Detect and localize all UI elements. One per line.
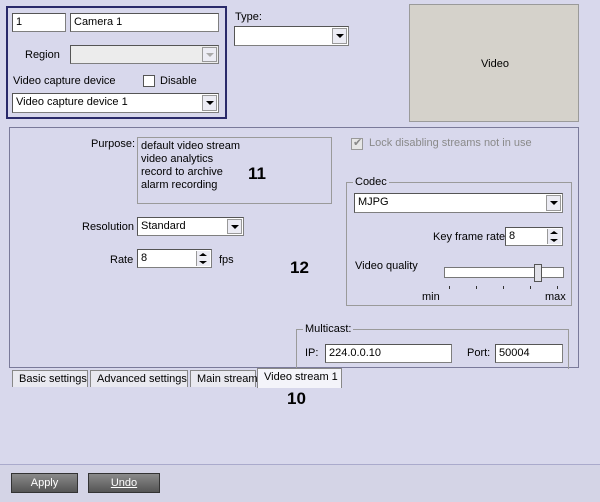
slider-ticks — [449, 286, 559, 289]
purpose-item[interactable]: video analytics — [141, 153, 213, 165]
multicast-ip-label: IP: — [305, 347, 319, 359]
rate-spinner[interactable]: 8 — [137, 249, 212, 268]
purpose-label: Purpose: — [91, 138, 136, 150]
quality-max-label: max — [545, 291, 566, 303]
multicast-port-field[interactable]: 50004 — [495, 344, 563, 363]
video-quality-label: Video quality — [355, 260, 418, 272]
codec-select[interactable]: MJPG — [354, 193, 563, 213]
purpose-item[interactable]: record to archive — [141, 166, 223, 178]
undo-button-label: Undo — [110, 477, 138, 489]
tab-video-stream-1[interactable]: Video stream 1 — [257, 368, 342, 388]
callout-11: 11 — [248, 164, 266, 183]
key-frame-spin-arrows-icon[interactable] — [547, 229, 561, 244]
undo-button[interactable]: Undo — [88, 473, 160, 493]
resolution-dropdown-arrow-icon[interactable] — [227, 219, 242, 234]
slider-track — [444, 267, 564, 278]
type-select[interactable] — [234, 26, 349, 46]
slider-thumb[interactable] — [534, 264, 542, 282]
video-capture-dropdown-arrow-icon[interactable] — [202, 95, 217, 111]
type-dropdown-arrow-icon[interactable] — [332, 28, 347, 44]
rate-spin-arrows-icon[interactable] — [196, 251, 210, 266]
type-label: Type: — [235, 11, 262, 23]
video-capture-device-select[interactable]: Video capture device 1 — [12, 93, 219, 113]
rate-value: 8 — [141, 252, 148, 264]
video-preview-label: Video — [481, 58, 509, 70]
codec-dropdown-arrow-icon[interactable] — [546, 195, 561, 211]
disable-label: Disable — [160, 75, 197, 87]
tab-basic-settings[interactable]: Basic settings — [12, 370, 88, 387]
key-frame-rate-spinner[interactable]: 8 — [505, 227, 563, 246]
callout-12: 12 — [290, 258, 309, 277]
multicast-ip-field[interactable]: 224.0.0.10 — [325, 344, 452, 363]
codec-group-label: Codec — [353, 176, 389, 188]
key-frame-rate-label: Key frame rate — [433, 231, 506, 243]
lock-streams-checkbox[interactable] — [351, 136, 363, 150]
camera-name-field[interactable]: Camera 1 — [70, 13, 219, 32]
purpose-item[interactable]: alarm recording — [141, 179, 217, 191]
multicast-group-label: Multicast: — [303, 323, 354, 335]
tab-advanced-settings[interactable]: Advanced settings — [90, 370, 188, 387]
disable-checkbox[interactable] — [143, 75, 155, 87]
lock-streams-label: Lock disabling streams not in use — [369, 137, 532, 149]
purpose-item[interactable]: default video stream — [141, 140, 240, 152]
region-label: Region — [25, 49, 60, 61]
rate-label: Rate — [110, 254, 134, 266]
quality-min-label: min — [422, 291, 440, 303]
resolution-value: Standard — [141, 220, 186, 232]
region-select[interactable] — [70, 45, 219, 64]
video-capture-device-value: Video capture device 1 — [16, 96, 128, 108]
resolution-select[interactable]: Standard — [137, 217, 244, 236]
tab-bar: Basic settings Advanced settings Main st… — [9, 368, 579, 388]
apply-button[interactable]: Apply — [11, 473, 78, 493]
tab-main-stream[interactable]: Main stream — [190, 370, 258, 387]
video-capture-label: Video capture device — [13, 75, 116, 87]
multicast-port-label: Port: — [467, 347, 491, 359]
region-dropdown-arrow-icon[interactable] — [202, 47, 217, 62]
callout-10: 10 — [287, 389, 306, 408]
camera-id-field[interactable]: 1 — [12, 13, 66, 32]
rate-unit: fps — [219, 254, 234, 266]
purpose-list[interactable]: default video stream video analytics rec… — [137, 137, 332, 204]
resolution-label: Resolution — [82, 221, 134, 233]
key-frame-rate-value: 8 — [509, 230, 516, 242]
codec-value: MJPG — [358, 196, 389, 208]
